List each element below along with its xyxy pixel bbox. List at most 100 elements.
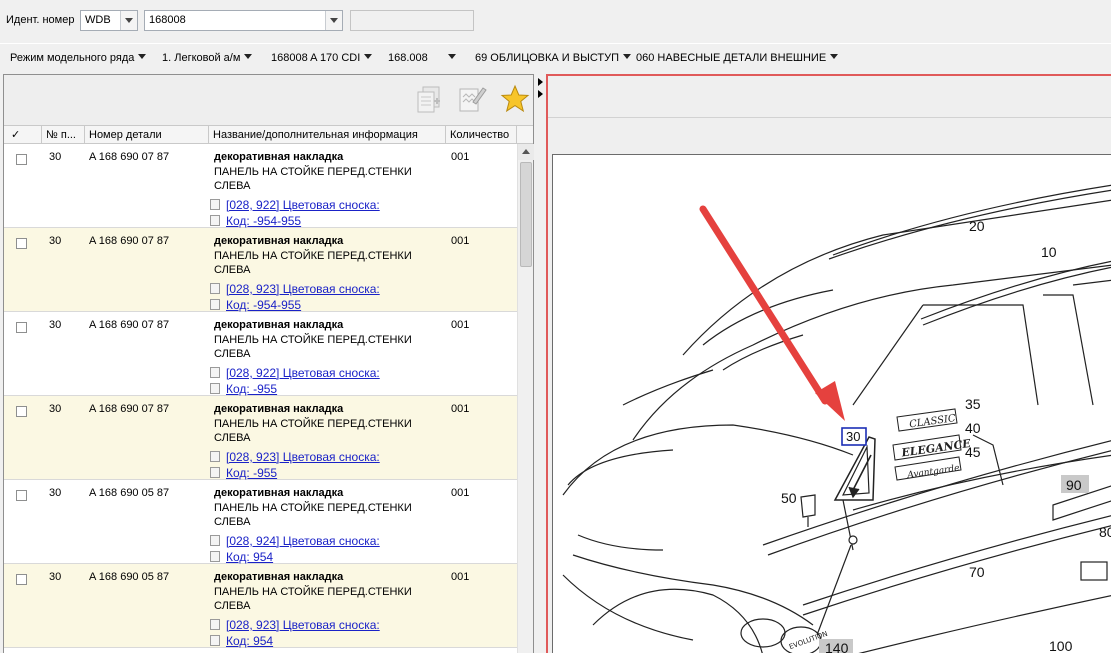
table-row[interactable]: 30 A 168 690 07 87 декоративная накладка… bbox=[4, 312, 517, 396]
row-pos: 30 bbox=[49, 151, 62, 163]
exploded-view-drawing[interactable]: CLASSIC ELEGANCE Avantgarde EVOLUTION 20… bbox=[552, 154, 1111, 653]
scroll-thumb[interactable] bbox=[520, 162, 532, 267]
callout-140[interactable]: 140 bbox=[825, 640, 849, 653]
ident-number-input[interactable]: 168008 bbox=[144, 10, 343, 31]
breadcrumb-subgroup[interactable]: 060 НАВЕСНЫЕ ДЕТАЛИ ВНЕШНИЕ bbox=[636, 52, 839, 64]
parts-table: 30 A 168 690 07 87 декоративная накладка… bbox=[4, 144, 517, 653]
ident-type-value: WDB bbox=[85, 14, 111, 26]
footnote-link[interactable]: [028, 923] Цветовая сноска: bbox=[210, 282, 380, 296]
caret-down-icon bbox=[138, 54, 147, 59]
document-icon bbox=[210, 299, 220, 310]
code-link[interactable]: Код: -954-955 bbox=[210, 298, 301, 312]
document-icon bbox=[210, 199, 220, 210]
caret-down-icon bbox=[364, 54, 373, 59]
expand-right-icon[interactable] bbox=[538, 78, 543, 86]
row-side: СЛЕВА bbox=[214, 600, 251, 612]
column-pos[interactable]: № п... bbox=[42, 126, 85, 144]
caret-down-icon bbox=[244, 54, 253, 59]
edit-notes-icon[interactable] bbox=[457, 84, 487, 114]
scroll-up-icon[interactable] bbox=[518, 144, 534, 160]
caret-down-icon bbox=[830, 54, 839, 59]
row-pos: 30 bbox=[49, 403, 62, 415]
callout-10[interactable]: 10 bbox=[1041, 244, 1057, 260]
row-pos: 30 bbox=[49, 319, 62, 331]
footnote-link[interactable]: [028, 923] Цветовая сноска: bbox=[210, 618, 380, 632]
column-part-number[interactable]: Номер детали bbox=[85, 126, 209, 144]
callout-50[interactable]: 50 bbox=[781, 490, 797, 506]
breadcrumb-group[interactable]: 69 ОБЛИЦОВКА И ВЫСТУП bbox=[475, 52, 632, 64]
callout-80[interactable]: 80 bbox=[1099, 524, 1111, 540]
breadcrumb-model[interactable]: 168008 A 170 CDI bbox=[271, 52, 373, 64]
ident-bar: Идент. номер WDB 168008 bbox=[0, 0, 1111, 40]
callout-100[interactable]: 100 bbox=[1049, 638, 1073, 653]
row-side: СЛЕВА bbox=[214, 348, 251, 360]
table-row[interactable]: 30 A 168 690 07 87 декоративная накладка… bbox=[4, 144, 517, 228]
row-checkbox[interactable] bbox=[16, 574, 27, 585]
footnote-link[interactable]: [028, 923] Цветовая сноска: bbox=[210, 450, 380, 464]
vertical-scrollbar[interactable] bbox=[517, 144, 534, 653]
table-row[interactable]: 30 A 168 690 07 87 декоративная накладка… bbox=[4, 396, 517, 480]
row-checkbox[interactable] bbox=[16, 406, 27, 417]
row-desc: ПАНЕЛЬ НА СТОЙКЕ ПЕРЕД.СТЕНКИ bbox=[214, 334, 412, 346]
callout-70[interactable]: 70 bbox=[969, 564, 985, 580]
row-qty: 001 bbox=[451, 319, 470, 331]
footnote-link[interactable]: [028, 924] Цветовая сноска: bbox=[210, 534, 380, 548]
table-row[interactable]: 30 A 168 690 05 87 декоративная накладка… bbox=[4, 480, 517, 564]
column-check[interactable]: ✓ bbox=[4, 126, 42, 144]
favorite-star-icon[interactable] bbox=[500, 84, 530, 114]
code-link[interactable]: Код: -954-955 bbox=[210, 214, 301, 228]
row-name: декоративная накладка bbox=[214, 571, 344, 583]
code-link[interactable]: Код: -955 bbox=[210, 466, 277, 480]
row-part-number: A 168 690 05 87 bbox=[89, 487, 170, 499]
code-link[interactable]: Код: -955 bbox=[210, 382, 277, 396]
row-part-number: A 168 690 07 87 bbox=[89, 319, 170, 331]
row-side: СЛЕВА bbox=[214, 516, 251, 528]
breadcrumb-mode[interactable]: Режим модельного ряда bbox=[10, 52, 147, 64]
row-name: декоративная накладка bbox=[214, 319, 344, 331]
callout-45[interactable]: 45 bbox=[965, 444, 981, 460]
row-desc: ПАНЕЛЬ НА СТОЙКЕ ПЕРЕД.СТЕНКИ bbox=[214, 166, 412, 178]
breadcrumb-variant[interactable]: 168.008 bbox=[388, 52, 456, 64]
row-checkbox[interactable] bbox=[16, 238, 27, 249]
row-checkbox[interactable] bbox=[16, 322, 27, 333]
breadcrumb-class[interactable]: 1. Легковой а/м bbox=[162, 52, 253, 64]
footnote-link[interactable]: [028, 922] Цветовая сноска: bbox=[210, 366, 380, 380]
copy-list-icon[interactable] bbox=[414, 84, 444, 114]
document-icon bbox=[210, 283, 220, 294]
code-link[interactable]: Код: 954 bbox=[210, 634, 273, 648]
column-name[interactable]: Название/дополнительная информация bbox=[209, 126, 446, 144]
ident-label: Идент. номер bbox=[6, 14, 75, 26]
callout-20[interactable]: 20 bbox=[969, 218, 985, 234]
callout-30[interactable]: 30 bbox=[846, 429, 860, 444]
row-qty: 001 bbox=[451, 235, 470, 247]
column-qty[interactable]: Количество bbox=[446, 126, 517, 144]
code-link[interactable]: Код: 954 bbox=[210, 550, 273, 564]
chevron-down-icon[interactable] bbox=[120, 11, 137, 30]
caret-down-icon bbox=[623, 54, 632, 59]
ident-type-select[interactable]: WDB bbox=[80, 10, 138, 31]
breadcrumb: Режим модельного ряда 1. Легковой а/м 16… bbox=[0, 43, 1111, 71]
row-checkbox[interactable] bbox=[16, 490, 27, 501]
document-icon bbox=[210, 551, 220, 562]
panel-splitter[interactable] bbox=[534, 74, 546, 653]
callout-90[interactable]: 90 bbox=[1066, 477, 1082, 493]
expand-right-icon[interactable] bbox=[538, 90, 543, 98]
parts-toolbar bbox=[4, 75, 533, 125]
table-header: ✓ № п... Номер детали Название/дополните… bbox=[4, 125, 533, 144]
drawing-panel: CLASSIC ELEGANCE Avantgarde EVOLUTION 20… bbox=[546, 74, 1111, 653]
drawing-subbar bbox=[548, 119, 1111, 151]
document-icon bbox=[210, 467, 220, 478]
row-name: декоративная накладка bbox=[214, 235, 344, 247]
car-illustration: CLASSIC ELEGANCE Avantgarde EVOLUTION 20… bbox=[562, 184, 1111, 653]
row-checkbox[interactable] bbox=[16, 154, 27, 165]
row-name: декоративная накладка bbox=[214, 487, 344, 499]
table-row[interactable]: 30 A 168 690 05 87 декоративная накладка… bbox=[4, 564, 517, 648]
row-name: декоративная накладка bbox=[214, 151, 344, 163]
row-pos: 30 bbox=[49, 487, 62, 499]
table-row[interactable]: 30 A 168 690 07 87 декоративная накладка… bbox=[4, 228, 517, 312]
callout-40[interactable]: 40 bbox=[965, 420, 981, 436]
callout-35[interactable]: 35 bbox=[965, 396, 981, 412]
footnote-link[interactable]: [028, 922] Цветовая сноска: bbox=[210, 198, 380, 212]
chevron-down-icon[interactable] bbox=[325, 11, 342, 30]
row-pos: 30 bbox=[49, 235, 62, 247]
